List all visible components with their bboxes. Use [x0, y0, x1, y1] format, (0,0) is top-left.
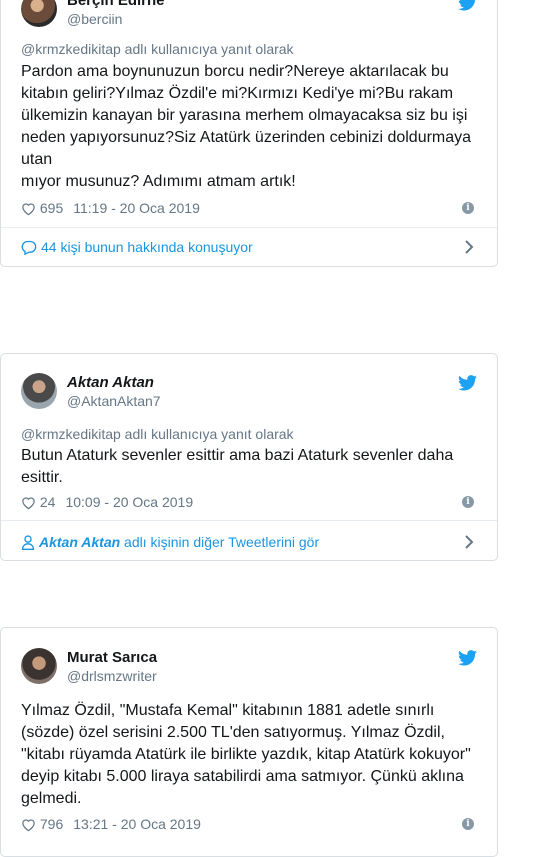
twitter-bird-icon[interactable] [458, 0, 477, 11]
more-tweets-label: adlı kişinin diğer Tweetlerini gör [120, 534, 320, 550]
tweet-meta: 695 11:19 - 20 Oca 2019 [21, 199, 200, 217]
twitter-bird-icon[interactable] [458, 375, 477, 391]
tweet-meta: 796 13:21 - 20 Oca 2019 [21, 815, 201, 833]
tweet-text: Yılmaz Özdil, "Mustafa Kemal" kitabının … [21, 702, 471, 807]
info-icon[interactable]: i [462, 496, 474, 508]
conversation-link[interactable]: 44 kişi bunun hakkında konuşuyor [21, 238, 253, 256]
tweet-card: Murat Sarıca @drlsmzwriter Yılmaz Özdil,… [0, 627, 498, 857]
chevron-right-icon[interactable] [464, 535, 474, 549]
avatar[interactable] [21, 373, 57, 409]
reply-to-label: @krmzkedikitap adlı kullanıcıya yanıt ol… [21, 426, 294, 442]
avatar[interactable] [21, 0, 57, 27]
conversation-link-label: 44 kişi bunun hakkında konuşuyor [41, 239, 253, 255]
author-handle[interactable]: @berciin [67, 11, 122, 28]
tweet-card: Berçin Edirne @berciin @krmzkedikitap ad… [0, 0, 498, 267]
chevron-right-icon[interactable] [464, 240, 474, 254]
divider [1, 520, 497, 521]
twitter-bird-icon[interactable] [458, 650, 477, 666]
author-name[interactable]: Aktan Aktan [67, 374, 154, 392]
more-tweets-author: Aktan Aktan [39, 534, 121, 550]
like-count[interactable]: 24 [40, 494, 56, 510]
info-icon[interactable]: i [462, 818, 474, 830]
avatar[interactable] [21, 648, 57, 684]
author-handle[interactable]: @AktanAktan7 [67, 393, 161, 410]
tweet-text: Pardon ama boynunuzun borcu nedir?Nereye… [21, 63, 472, 190]
like-count[interactable]: 695 [40, 200, 63, 216]
info-icon[interactable]: i [462, 202, 474, 214]
like-count[interactable]: 796 [40, 816, 63, 832]
author-handle[interactable]: @drlsmzwriter [67, 668, 157, 685]
tweet-timestamp[interactable]: 11:19 - 20 Oca 2019 [73, 200, 200, 216]
tweet-timestamp[interactable]: 13:21 - 20 Oca 2019 [73, 816, 201, 832]
reply-to-label: @krmzkedikitap adlı kullanıcıya yanıt ol… [21, 41, 294, 57]
tweet-card: Aktan Aktan @AktanAktan7 @krmzkedikitap … [0, 353, 498, 561]
author-name[interactable]: Murat Sarıca [67, 649, 157, 667]
tweet-meta: 24 10:09 - 20 Oca 2019 [21, 493, 193, 511]
heart-icon[interactable] [21, 496, 36, 510]
heart-icon[interactable] [21, 202, 36, 216]
person-icon [21, 535, 35, 550]
more-tweets-link[interactable]: Aktan Aktan adlı kişinin diğer Tweetleri… [21, 533, 319, 551]
author-name[interactable]: Berçin Edirne [67, 0, 165, 10]
tweet-timestamp[interactable]: 10:09 - 20 Oca 2019 [65, 494, 193, 510]
heart-icon[interactable] [21, 818, 36, 832]
tweet-text: Butun Ataturk sevenler esittir ama bazi … [21, 447, 454, 486]
divider [1, 227, 497, 228]
speech-bubble-icon [21, 240, 37, 256]
